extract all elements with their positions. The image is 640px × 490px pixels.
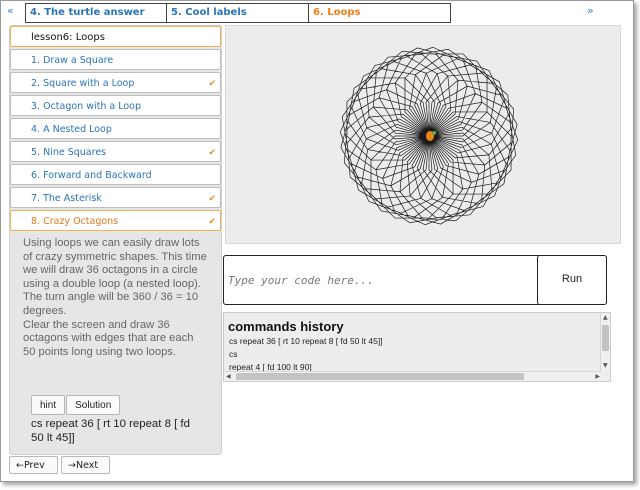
lesson-item-label: 2. Square with a Loop (31, 78, 135, 89)
lesson-item-forward-and-backward[interactable]: 6. Forward and Backward (10, 164, 221, 185)
vertical-scroll-thumb[interactable] (602, 325, 609, 351)
lesson-item-label: 7. The Asterisk (31, 193, 102, 204)
check-icon: ✔ (208, 148, 216, 158)
history-title: commands history (228, 319, 344, 334)
commands-history: commands history cs repeat 36 [ rt 10 re… (223, 312, 611, 382)
tabs-next-arrow[interactable]: » (587, 4, 594, 17)
lesson-item-octagon-with-a-loop[interactable]: 3. Octagon with a Loop (10, 95, 221, 116)
lesson-item-draw-a-square[interactable]: 1. Draw a Square (10, 49, 221, 70)
lesson-item-label: 5. Nine Squares (31, 147, 107, 158)
turtle-canvas[interactable] (225, 25, 621, 244)
history-horizontal-scrollbar[interactable]: ◀ ▶ (224, 371, 602, 381)
lesson-tabs: 4. The turtle answer 5. Cool labels 6. L… (25, 3, 451, 23)
check-icon: ✔ (208, 79, 216, 89)
code-editor: Run (223, 255, 607, 305)
code-input[interactable] (228, 260, 533, 300)
lesson-item-label: 1. Draw a Square (31, 55, 114, 66)
scroll-right-icon[interactable]: ▶ (595, 373, 600, 380)
scroll-left-icon[interactable]: ◀ (226, 373, 231, 380)
description-paragraph: Clear the screen and draw 36 octagons wi… (23, 318, 194, 358)
lesson-item-square-with-a-loop[interactable]: 2. Square with a Loop ✔ (10, 72, 221, 93)
lesson-buttons: hint Solution (31, 395, 121, 415)
turtle-drawing (339, 46, 519, 226)
lesson-item-a-nested-loop[interactable]: 4. A Nested Loop (10, 118, 221, 139)
history-entry[interactable]: cs (229, 349, 238, 359)
hint-button[interactable]: hint (31, 395, 66, 415)
tabs-prev-arrow[interactable]: « (7, 4, 14, 17)
tab-turtle-answer[interactable]: 4. The turtle answer (25, 3, 167, 23)
tab-loops[interactable]: 6. Loops (309, 3, 451, 23)
lesson-item-the-asterisk[interactable]: 7. The Asterisk ✔ (10, 187, 221, 208)
scroll-down-icon[interactable]: ▼ (603, 362, 608, 369)
tab-cool-labels[interactable]: 5. Cool labels (167, 3, 309, 23)
lesson-item-label: 8. Crazy Octagons (31, 216, 119, 227)
app-window: « 4. The turtle answer 5. Cool labels 6.… (0, 0, 634, 482)
lesson-title: lesson6: Loops (10, 26, 221, 47)
lesson-item-label: 3. Octagon with a Loop (31, 101, 142, 112)
lesson-item-label: 6. Forward and Backward (31, 170, 152, 181)
lesson-item-nine-squares[interactable]: 5. Nine Squares ✔ (10, 141, 221, 162)
solution-code: cs repeat 36 [ rt 10 repeat 8 [ fd 50 lt… (31, 418, 190, 444)
history-entry[interactable]: cs repeat 36 [ rt 10 repeat 8 [ fd 50 lt… (229, 336, 383, 346)
prev-button[interactable]: ←Prev (9, 456, 58, 474)
solution-button[interactable]: Solution (66, 395, 121, 415)
scroll-up-icon[interactable]: ▲ (603, 314, 608, 321)
lesson-description: Using loops we can easily draw lots of c… (23, 237, 207, 359)
check-icon: ✔ (208, 194, 216, 204)
description-paragraph: Using loops we can easily draw lots of c… (23, 237, 207, 317)
run-button[interactable]: Run (537, 255, 607, 305)
lesson-item-crazy-octagons[interactable]: 8. Crazy Octagons ✔ (10, 210, 221, 231)
history-vertical-scrollbar[interactable]: ▲ ▼ (600, 313, 610, 371)
lesson-item-label: 4. A Nested Loop (31, 124, 112, 135)
next-button[interactable]: →Next (61, 456, 110, 474)
horizontal-scroll-thumb[interactable] (236, 373, 524, 380)
check-icon: ✔ (208, 217, 216, 227)
